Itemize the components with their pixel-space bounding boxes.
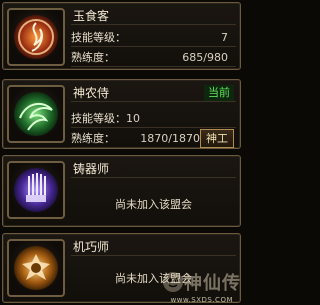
- flame-ring-icon: [7, 8, 65, 66]
- purple-forge-icon: [7, 161, 65, 219]
- proficiency-label: 熟练度：: [71, 51, 115, 64]
- green-leaf-swirl-icon: [7, 85, 65, 143]
- watermark: 神仙传: [162, 269, 241, 295]
- card-zhuqishi[interactable]: 铸器师 尚未加入该盟会: [2, 155, 241, 227]
- card-shennongshi[interactable]: 神农侍 当前 技能等级： 10 熟练度： 1870/1870 神工: [2, 79, 241, 149]
- skill-level-label: 技能等级：: [71, 112, 126, 125]
- card-title: 玉食客: [71, 7, 236, 25]
- proficiency-row: 熟练度： 1870/1870 神工: [71, 129, 236, 148]
- card-title: 铸器师: [71, 160, 236, 178]
- proficiency-value: 1870/1870: [140, 132, 200, 145]
- card-title: 神农侍 当前: [71, 84, 236, 102]
- skill-level-row: 技能等级： 10: [71, 110, 236, 128]
- skill-level-row: 技能等级： 7: [71, 29, 236, 47]
- not-joined-message: 尚未加入该盟会: [115, 198, 192, 211]
- card-title: 机巧师: [71, 238, 236, 256]
- proficiency-row: 熟练度： 685/980: [71, 49, 236, 67]
- proficiency-value: 685/980: [182, 51, 228, 64]
- card-title-text: 神农侍: [73, 86, 110, 100]
- shengong-button[interactable]: 神工: [200, 129, 234, 148]
- watermark-logo-icon: [163, 272, 183, 292]
- card-yushike[interactable]: 玉食客 技能等级： 7 熟练度： 685/980: [2, 2, 241, 70]
- watermark-url: www.SXDS.COM: [170, 296, 233, 304]
- gear-puzzle-icon: [7, 239, 65, 297]
- current-status-badge: 当前: [204, 85, 234, 101]
- skill-level-value: 7: [221, 31, 228, 44]
- skill-level-label: 技能等级：: [71, 31, 126, 44]
- proficiency-label: 熟练度：: [71, 132, 115, 145]
- skill-level-value: 10: [126, 112, 140, 125]
- watermark-text: 神仙传: [184, 273, 241, 294]
